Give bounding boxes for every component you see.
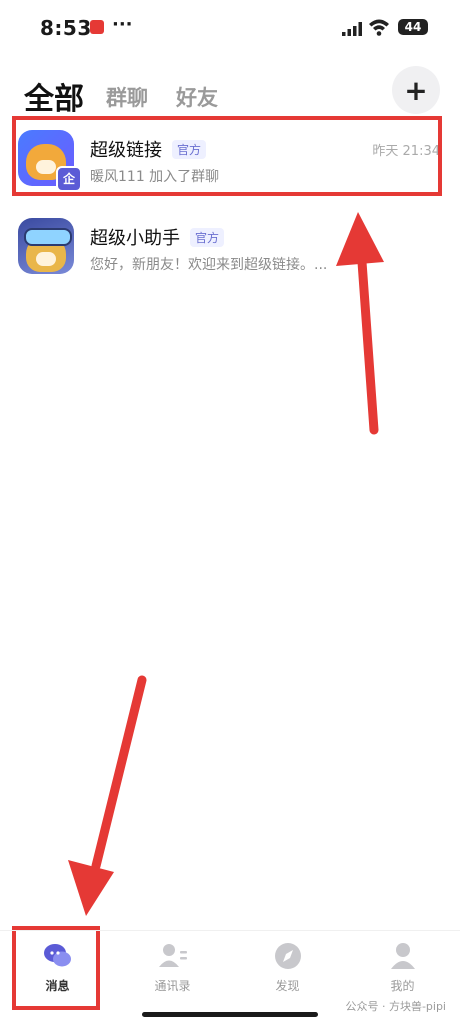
chat-preview: 您好，新朋友！欢迎来到超级链接。... bbox=[90, 257, 328, 273]
plus-icon: + bbox=[404, 73, 428, 107]
highlight-box-chat bbox=[12, 116, 442, 196]
add-button[interactable]: + bbox=[392, 66, 440, 114]
wifi-icon bbox=[369, 19, 389, 36]
goggles-icon bbox=[24, 228, 72, 246]
compass-icon bbox=[275, 943, 301, 969]
watermark: 公众号 · 方块兽-pipi bbox=[345, 1000, 446, 1013]
contacts-icon bbox=[159, 944, 187, 967]
profile-icon bbox=[391, 943, 415, 969]
tab-all[interactable]: 全部 bbox=[24, 74, 84, 118]
arrow-up-shaft bbox=[357, 257, 379, 435]
arrow-down-head-icon bbox=[68, 860, 114, 916]
nav-label: 通讯录 bbox=[154, 979, 191, 993]
arrow-down-shaft bbox=[91, 675, 147, 871]
nav-label: 发现 bbox=[275, 979, 300, 993]
status-time: 8:53 bbox=[40, 16, 92, 40]
more-notifications-icon: ··· bbox=[112, 14, 133, 35]
nav-label: 消息 bbox=[45, 979, 70, 993]
chat-item-super-assistant[interactable]: 超级小助手 官方 您好，新朋友！欢迎来到超级链接。... bbox=[0, 206, 460, 286]
status-bar: 8:53 ··· 44 bbox=[0, 0, 460, 56]
home-indicator[interactable] bbox=[142, 1012, 318, 1017]
app-notification-icon bbox=[90, 20, 104, 34]
avatar bbox=[18, 218, 74, 274]
nav-contacts[interactable]: 通讯录 bbox=[115, 931, 230, 1011]
nav-label: 我的 bbox=[390, 979, 415, 993]
battery-indicator: 44 bbox=[398, 19, 428, 35]
nav-messages[interactable]: 消息 bbox=[0, 931, 115, 1011]
chat-bubble-icon bbox=[44, 944, 71, 967]
tab-group-chats[interactable]: 群聊 bbox=[106, 82, 148, 112]
tab-friends[interactable]: 好友 bbox=[176, 82, 218, 112]
cellular-signal-icon bbox=[342, 22, 362, 36]
chat-name: 超级小助手 bbox=[90, 228, 180, 249]
official-badge: 官方 bbox=[190, 228, 225, 247]
nav-discover[interactable]: 发现 bbox=[230, 931, 345, 1011]
